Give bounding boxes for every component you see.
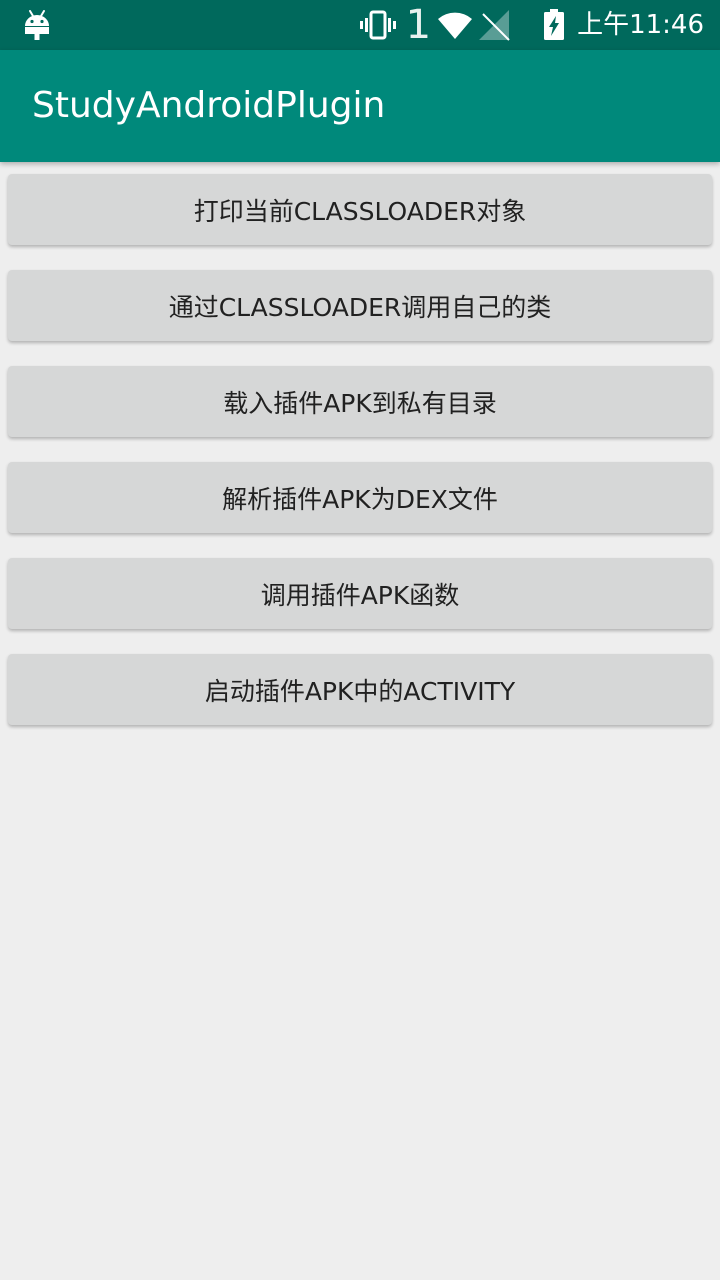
signal-off-icon	[477, 8, 511, 42]
app-title: StudyAndroidPlugin	[32, 85, 386, 126]
invoke-own-class-button[interactable]: 通过CLASSLOADER调用自己的类	[8, 270, 712, 341]
status-bar: 1 上午11:46	[0, 0, 720, 50]
battery-charging-icon	[543, 9, 565, 41]
app-bar: StudyAndroidPlugin	[0, 50, 720, 162]
print-classloader-button[interactable]: 打印当前CLASSLOADER对象	[8, 174, 712, 245]
call-plugin-function-button[interactable]: 调用插件APK函数	[8, 558, 712, 629]
wifi-icon	[437, 10, 473, 40]
parse-apk-to-dex-button[interactable]: 解析插件APK为DEX文件	[8, 462, 712, 533]
status-icons: 1 上午11:46	[359, 0, 704, 50]
main-content: 打印当前CLASSLOADER对象 通过CLASSLOADER调用自己的类 载入…	[0, 162, 720, 1280]
load-plugin-apk-button[interactable]: 载入插件APK到私有目录	[8, 366, 712, 437]
start-plugin-activity-button[interactable]: 启动插件APK中的ACTIVITY	[8, 654, 712, 725]
sim-indicator: 1	[405, 2, 432, 48]
status-time: 上午11:46	[577, 10, 704, 40]
vibrate-icon	[359, 10, 396, 40]
android-debug-icon	[22, 9, 52, 41]
